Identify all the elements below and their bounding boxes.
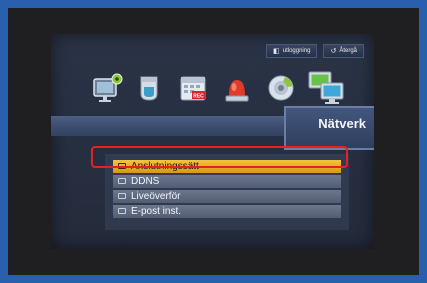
network-icon[interactable] [307, 68, 347, 108]
dvr-screen: ◧ utloggning ↺ Återgå REC Nätverk Anslut… [51, 34, 374, 249]
alarm-light-icon[interactable] [221, 72, 253, 104]
menu-item-label: E-post inst. [131, 206, 182, 217]
menu-item-email-settings[interactable]: E-post inst. [113, 205, 341, 218]
section-tab: Nätverk [284, 106, 374, 150]
menu-item-label: DDNS [131, 176, 160, 187]
section-header: Nätverk [51, 106, 374, 150]
return-icon: ↺ [330, 47, 337, 55]
selection-highlight [91, 146, 348, 168]
menu-item-live-transfer[interactable]: Liveöverför [113, 190, 341, 203]
logout-icon: ◧ [273, 47, 280, 55]
monitor-settings-icon[interactable] [91, 72, 123, 104]
menu-item-icon [118, 178, 126, 184]
record-calendar-icon[interactable]: REC [177, 72, 209, 104]
section-title: Nätverk [318, 116, 366, 131]
logout-label: utloggning [282, 48, 311, 54]
svg-text:REC: REC [193, 94, 204, 100]
disk-icon[interactable] [265, 72, 297, 104]
mail-icon [118, 208, 126, 214]
menu-item-icon [118, 193, 126, 199]
logout-button[interactable]: ◧ utloggning [266, 44, 318, 58]
back-button[interactable]: ↺ Återgå [323, 44, 364, 58]
top-toolbar: ◧ utloggning ↺ Återgå [266, 44, 364, 58]
menu-item-label: Liveöverför [131, 191, 181, 202]
camera-icon[interactable] [133, 72, 165, 104]
back-label: Återgå [339, 48, 357, 54]
menu-item-ddns[interactable]: DDNS [113, 175, 341, 188]
device-frame: ◧ utloggning ↺ Återgå REC Nätverk Anslut… [8, 8, 419, 275]
